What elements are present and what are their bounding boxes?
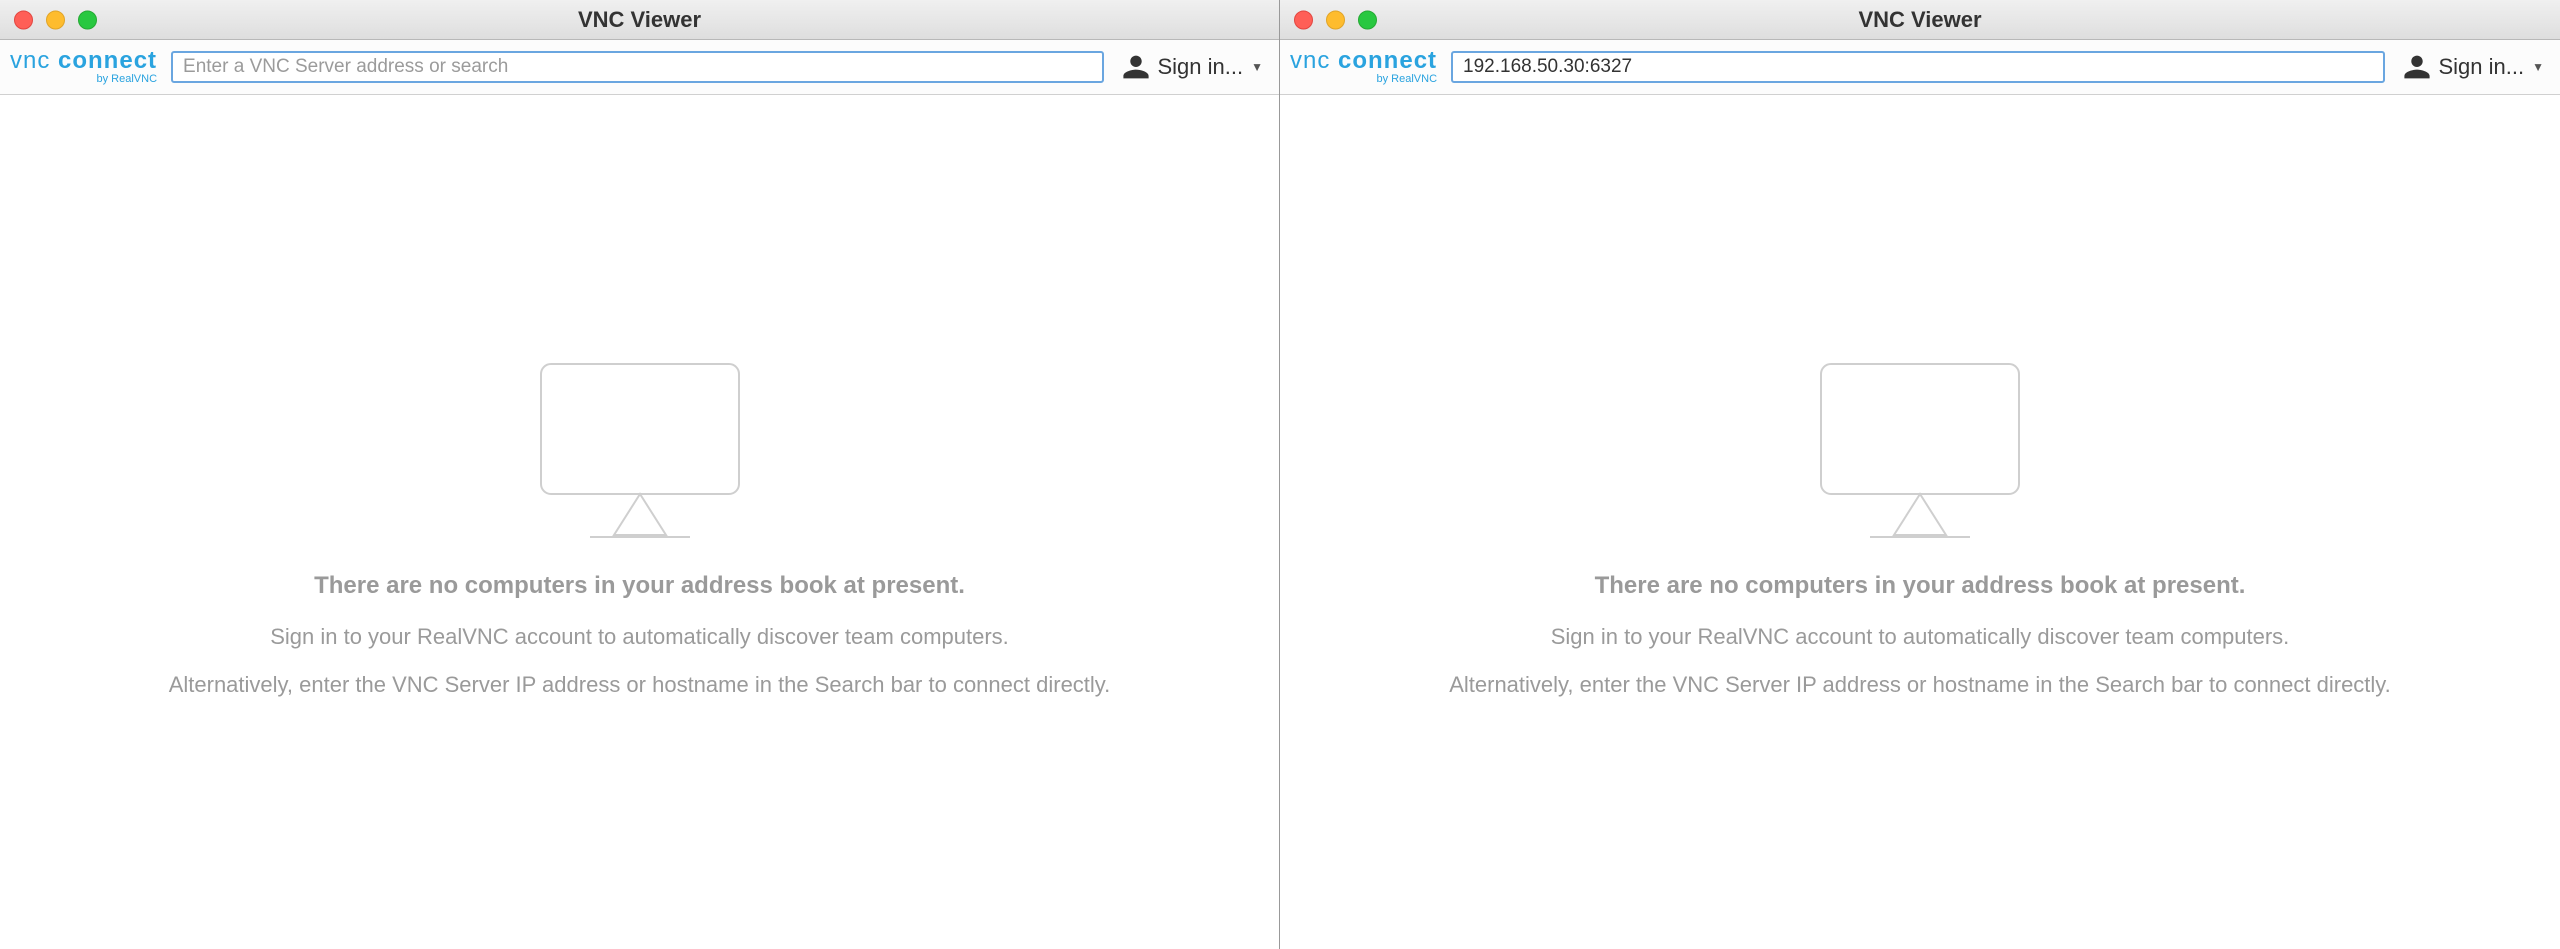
chevron-down-icon: ▼ xyxy=(2532,60,2544,74)
empty-line-1: Sign in to your RealVNC account to autom… xyxy=(270,624,1009,650)
zoom-window-button[interactable] xyxy=(1358,10,1377,29)
logo-text: vnc connect xyxy=(10,49,157,73)
empty-line-2: Alternatively, enter the VNC Server IP a… xyxy=(169,672,1111,698)
vnc-connect-logo: vnc connect by RealVNC xyxy=(1290,49,1437,85)
sign-in-dropdown[interactable]: Sign in... ▼ xyxy=(2399,53,2549,81)
monitor-icon xyxy=(540,363,740,544)
window-controls xyxy=(14,10,97,29)
address-search-input[interactable] xyxy=(1451,51,2384,83)
logo-text-a: vnc xyxy=(1290,47,1338,74)
empty-state: There are no computers in your address b… xyxy=(1280,95,2560,949)
close-window-button[interactable] xyxy=(14,10,33,29)
monitor-icon xyxy=(1820,363,2020,544)
user-icon xyxy=(1122,53,1150,81)
logo-text-a: vnc xyxy=(10,47,58,74)
sign-in-dropdown[interactable]: Sign in... ▼ xyxy=(1118,53,1268,81)
window-right: VNC Viewer vnc connect by RealVNC Sign i… xyxy=(1280,0,2560,949)
titlebar[interactable]: VNC Viewer xyxy=(1280,0,2560,40)
logo-text-b: connect xyxy=(1338,47,1437,74)
address-search-input[interactable] xyxy=(171,51,1103,83)
window-controls xyxy=(1294,10,1377,29)
logo-subtext: by RealVNC xyxy=(97,74,158,85)
zoom-window-button[interactable] xyxy=(78,10,97,29)
sign-in-label: Sign in... xyxy=(2439,54,2525,80)
toolbar: vnc connect by RealVNC Sign in... ▼ xyxy=(1280,40,2560,95)
logo-text: vnc connect xyxy=(1290,49,1437,73)
window-title: VNC Viewer xyxy=(1280,7,2560,33)
minimize-window-button[interactable] xyxy=(46,10,65,29)
empty-line-1: Sign in to your RealVNC account to autom… xyxy=(1551,624,2290,650)
empty-heading: There are no computers in your address b… xyxy=(1595,572,2246,600)
empty-state: There are no computers in your address b… xyxy=(0,95,1279,949)
vnc-connect-logo: vnc connect by RealVNC xyxy=(10,49,157,85)
titlebar[interactable]: VNC Viewer xyxy=(0,0,1279,40)
logo-subtext: by RealVNC xyxy=(1377,74,1438,85)
minimize-window-button[interactable] xyxy=(1326,10,1345,29)
chevron-down-icon: ▼ xyxy=(1251,60,1263,74)
window-left: VNC Viewer vnc connect by RealVNC Sign i… xyxy=(0,0,1280,949)
empty-line-2: Alternatively, enter the VNC Server IP a… xyxy=(1449,672,2391,698)
window-title: VNC Viewer xyxy=(0,7,1279,33)
empty-heading: There are no computers in your address b… xyxy=(314,572,965,600)
logo-text-b: connect xyxy=(58,47,157,74)
close-window-button[interactable] xyxy=(1294,10,1313,29)
user-icon xyxy=(2403,53,2431,81)
sign-in-label: Sign in... xyxy=(1158,54,1244,80)
toolbar: vnc connect by RealVNC Sign in... ▼ xyxy=(0,40,1279,95)
